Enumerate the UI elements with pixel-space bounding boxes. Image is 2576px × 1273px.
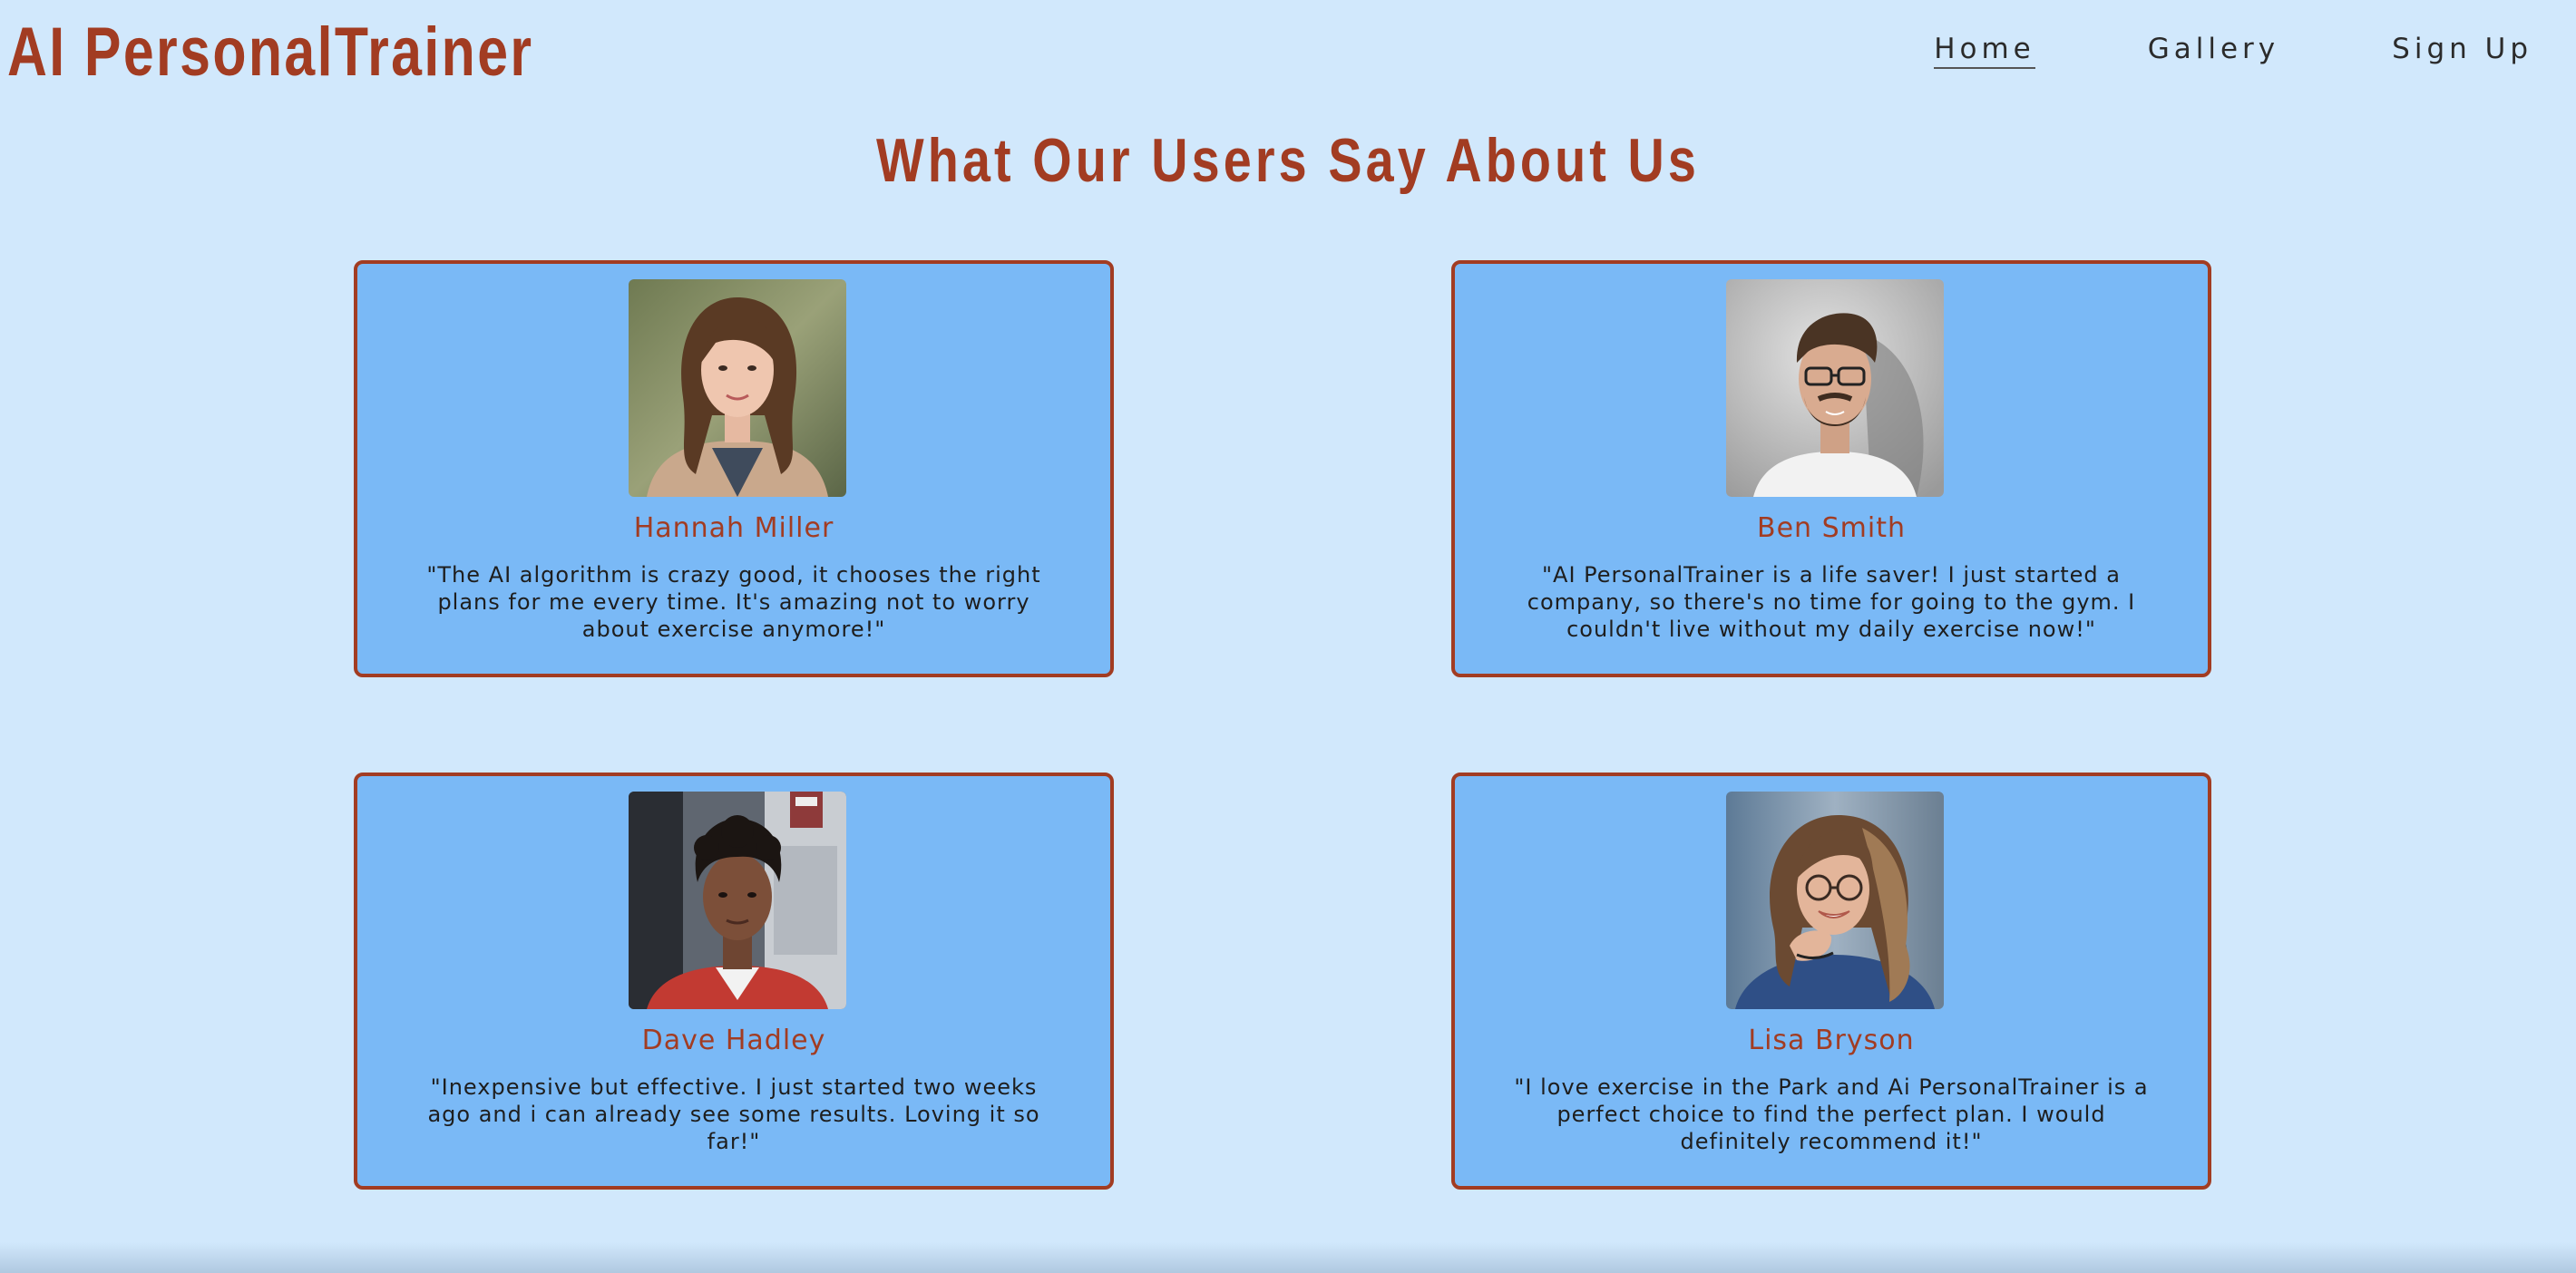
avatar [1726, 792, 1944, 1009]
user-name: Ben Smith [1757, 512, 1906, 544]
user-name: Hannah Miller [633, 512, 834, 544]
testimonial-quote: "Inexpensive but effective. I just start… [427, 1074, 1040, 1154]
avatar [629, 279, 846, 497]
nav-signup-link[interactable]: Sign Up [2392, 33, 2532, 69]
avatar [1726, 279, 1944, 497]
testimonial-card: Lisa Bryson "I love exercise in the Park… [1451, 773, 2211, 1190]
testimonial-card: Dave Hadley "Inexpensive but effective. … [354, 773, 1114, 1190]
testimonial-quote: "I love exercise in the Park and Ai Pers… [1514, 1074, 2149, 1154]
avatar [629, 792, 846, 1009]
testimonial-card: Ben Smith "AI PersonalTrainer is a life … [1451, 260, 2211, 677]
brand-logo[interactable]: AI PersonalTrainer [7, 13, 533, 92]
user-name: Lisa Bryson [1748, 1025, 1915, 1056]
testimonial-card: Hannah Miller "The AI algorithm is crazy… [354, 260, 1114, 677]
footer-edge [0, 1242, 2576, 1273]
testimonial-quote: "The AI algorithm is crazy good, it choo… [426, 562, 1041, 642]
nav-home-link[interactable]: Home [1934, 33, 2035, 69]
main-nav: Home Gallery Sign Up [1934, 33, 2532, 69]
nav-gallery-link[interactable]: Gallery [2148, 33, 2279, 69]
section-title: What Our Users Say About Us [875, 126, 1700, 195]
testimonial-quote: "AI PersonalTrainer is a life saver! I j… [1527, 562, 2136, 642]
user-name: Dave Hadley [641, 1025, 826, 1056]
